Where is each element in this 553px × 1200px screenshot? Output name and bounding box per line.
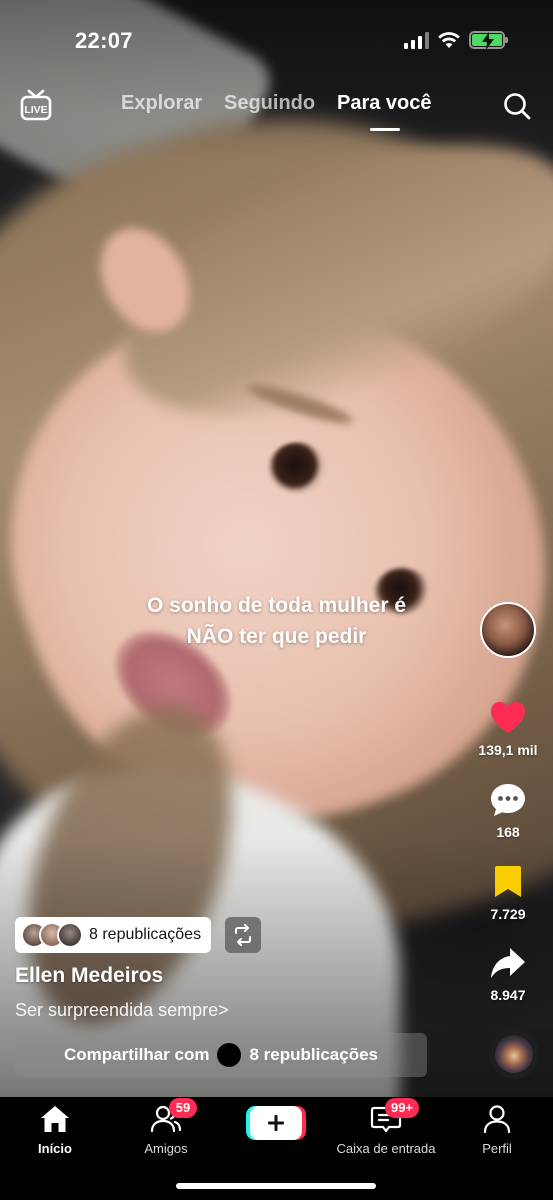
- tab-inicio[interactable]: Início: [0, 1103, 110, 1156]
- tab-seguindo[interactable]: Seguindo: [224, 92, 315, 115]
- reposter-avatars: [21, 922, 83, 948]
- sound-disc-icon[interactable]: [489, 1029, 539, 1079]
- friends-badge: 59: [169, 1098, 197, 1118]
- share-arrow-icon: [491, 948, 525, 978]
- tab-para-voce[interactable]: Para você: [337, 92, 432, 115]
- comment-icon: [491, 784, 525, 816]
- caption-line: O sonho de toda mulher é: [146, 594, 407, 617]
- search-icon[interactable]: [503, 92, 531, 120]
- create-post-button[interactable]: [250, 1106, 302, 1140]
- home-icon: [41, 1106, 69, 1132]
- creator-avatar[interactable]: [480, 602, 536, 658]
- like-button[interactable]: 139,1 mil: [473, 698, 543, 758]
- home-indicator: [176, 1183, 376, 1189]
- caption-line: NÃO ter que pedir: [186, 625, 367, 648]
- creator-username[interactable]: Ellen Medeiros: [15, 964, 163, 988]
- tab-amigos[interactable]: 59 Amigos: [111, 1098, 221, 1156]
- comment-button[interactable]: 168: [473, 780, 543, 840]
- tab-perfil[interactable]: Perfil: [442, 1103, 552, 1156]
- live-tv-icon[interactable]: LIVE: [20, 88, 52, 122]
- status-icons: [404, 28, 508, 52]
- status-time: 22:07: [75, 28, 133, 53]
- video-caption-overlay: O sonho de toda mulher é NÃO ter que ped…: [0, 590, 553, 652]
- share-bar-suffix: 8 republicações: [249, 1045, 378, 1064]
- tab-label: Caixa de entrada: [336, 1141, 436, 1156]
- plus-icon: [268, 1115, 284, 1131]
- svg-text:LIVE: LIVE: [24, 104, 47, 116]
- avatar: [217, 1043, 242, 1067]
- video-eye-shape: [268, 442, 328, 494]
- wifi-icon: [438, 32, 460, 48]
- repost-button[interactable]: [225, 917, 261, 953]
- favorite-count: 7.729: [490, 906, 526, 922]
- repost-icon: [235, 924, 251, 946]
- tab-label: Perfil: [482, 1141, 512, 1156]
- share-with-reposters-bar[interactable]: Compartilhar com 8 republicações: [15, 1033, 427, 1077]
- post-description[interactable]: Ser surpreendida sempre>: [15, 1000, 229, 1021]
- tab-caixa-de-entrada[interactable]: 99+ Caixa de entrada: [331, 1098, 441, 1156]
- favorite-button[interactable]: 7.729: [473, 862, 543, 922]
- reposts-label: 8 republicações: [89, 926, 202, 943]
- comment-count: 168: [496, 824, 520, 840]
- share-bar-prefix: Compartilhar com: [64, 1045, 210, 1064]
- bookmark-icon: [495, 866, 521, 897]
- top-gradient-overlay: [0, 0, 553, 160]
- tab-label: Amigos: [144, 1141, 188, 1156]
- inbox-badge: 99+: [385, 1098, 420, 1118]
- active-tab-indicator: [370, 128, 400, 131]
- share-button[interactable]: 8.947: [473, 943, 543, 1003]
- battery-charging-icon: [469, 31, 508, 50]
- profile-icon: [483, 1105, 511, 1134]
- heart-icon: [491, 702, 525, 733]
- cellular-signal-icon: [404, 31, 429, 49]
- like-count: 139,1 mil: [478, 742, 538, 758]
- reposts-chip[interactable]: 8 republicações: [15, 917, 212, 953]
- tab-explorar[interactable]: Explorar: [121, 92, 202, 115]
- share-count: 8.947: [490, 987, 526, 1003]
- tab-label: Início: [38, 1141, 72, 1156]
- avatar: [57, 922, 83, 948]
